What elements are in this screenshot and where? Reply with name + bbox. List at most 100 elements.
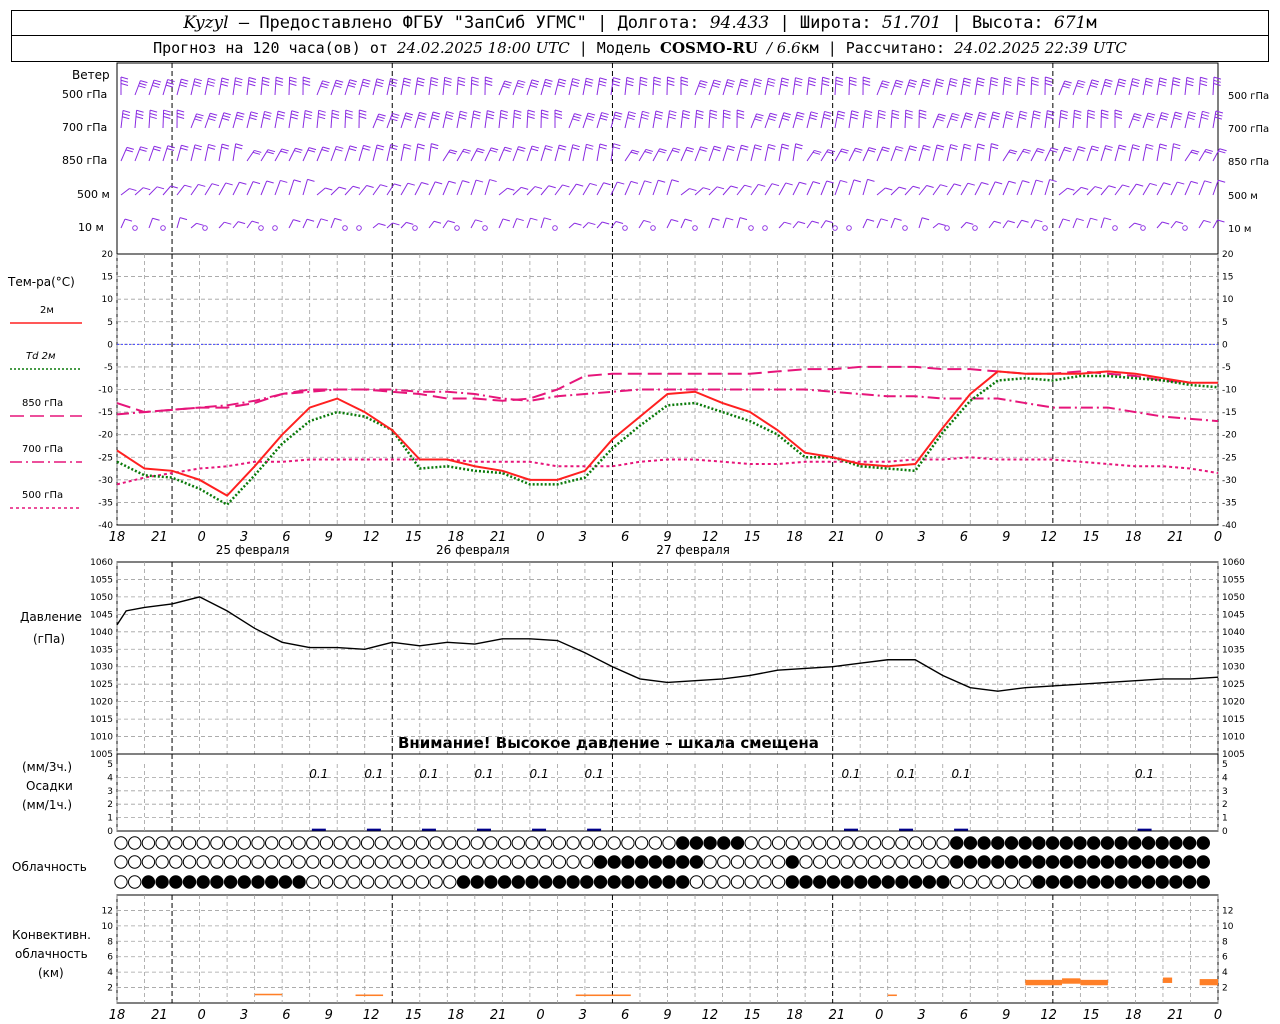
cloud-circle-shape bbox=[607, 875, 621, 889]
cloud-cover-circle bbox=[826, 855, 841, 869]
cloud-circle-shape bbox=[1141, 875, 1156, 889]
cloud-circle-shape bbox=[799, 855, 813, 869]
wind-barb bbox=[792, 77, 803, 96]
cloud-cover-circle bbox=[1087, 875, 1101, 889]
cloud-circle-shape bbox=[114, 875, 128, 889]
cloud-circle-shape bbox=[402, 875, 416, 889]
wind-barb-staff bbox=[638, 220, 645, 229]
wind-barb bbox=[246, 149, 262, 162]
cloud-circle-shape bbox=[1004, 836, 1019, 850]
pressure-tick-left: 1015 bbox=[90, 715, 113, 725]
cloud-circle-shape bbox=[799, 836, 813, 850]
wind-barb-feather bbox=[336, 79, 344, 83]
wind-barb-feather bbox=[153, 79, 162, 83]
cloud-circle-shape bbox=[415, 875, 430, 889]
wind-barb bbox=[1016, 110, 1028, 129]
cloud-cover-circle bbox=[580, 836, 594, 850]
wind-barb bbox=[1100, 145, 1113, 162]
wind-barb-feather bbox=[783, 112, 791, 116]
wind-barb-feather bbox=[167, 145, 175, 149]
wind-barb-feather bbox=[507, 187, 515, 191]
cloud-cover-circle bbox=[771, 855, 786, 869]
wind-barb-staff bbox=[344, 185, 354, 196]
wind-barb-feather bbox=[586, 77, 594, 81]
cloud-circle-shape bbox=[621, 855, 635, 869]
wind-barb-feather bbox=[612, 146, 621, 150]
wind-barb bbox=[218, 77, 230, 96]
wind-barb-feather bbox=[404, 115, 413, 119]
wind-barb-feather bbox=[349, 145, 358, 149]
wind-barb-feather bbox=[281, 148, 289, 152]
cloud-cover-circle bbox=[1004, 836, 1019, 850]
wind-barb-feather bbox=[936, 81, 944, 85]
wind-barb-feather bbox=[1045, 76, 1053, 80]
wind-barb-feather bbox=[1104, 217, 1112, 221]
bottom-hour-tick-label: 9 bbox=[325, 1008, 333, 1023]
cloud-cover-circle bbox=[950, 875, 964, 889]
wind-barb-feather bbox=[808, 80, 816, 84]
temp-hour-tick-label: 18 bbox=[1125, 530, 1142, 545]
wind-barb bbox=[260, 110, 272, 129]
wind-barb-feather bbox=[1218, 150, 1226, 154]
cloud-circle-shape bbox=[196, 875, 210, 889]
wind-barb bbox=[778, 182, 793, 196]
wind-barb-feather bbox=[962, 83, 971, 87]
wind-barb-feather bbox=[709, 112, 718, 116]
day-label: 26 февраля bbox=[436, 543, 510, 557]
wind-barb-feather bbox=[1008, 180, 1016, 184]
wind-barb bbox=[246, 220, 260, 229]
wind-barb-feather bbox=[529, 84, 538, 88]
wind-barb-staff bbox=[778, 221, 785, 229]
conv-cloud-segment bbox=[1162, 977, 1173, 983]
wind-barb-feather bbox=[445, 114, 454, 117]
bottom-hour-tick-label: 18 bbox=[786, 1008, 803, 1023]
wind-barb-feather bbox=[448, 151, 456, 155]
wind-barb-staff bbox=[806, 220, 813, 229]
wind-barb-staff bbox=[1198, 111, 1203, 129]
wind-barb-staff bbox=[1170, 221, 1177, 229]
wind-barb bbox=[624, 111, 636, 129]
wind-barb-feather bbox=[1033, 113, 1041, 117]
wind-barb-feather bbox=[1146, 115, 1155, 119]
wind-barb-feather bbox=[193, 81, 202, 85]
wind-barb-feather bbox=[685, 149, 693, 153]
cloud-cover-circle bbox=[963, 855, 978, 869]
wind-barb-feather bbox=[709, 116, 717, 120]
precip-bar bbox=[477, 828, 491, 831]
wind-barb-feather bbox=[167, 79, 175, 83]
cloud-circle-shape bbox=[744, 836, 758, 850]
temp-hour-tick-label: 0 bbox=[198, 530, 206, 545]
wind-barb-staff bbox=[1016, 220, 1023, 229]
wind-barb-feather bbox=[430, 146, 439, 150]
cloud-cover-circle bbox=[265, 855, 279, 869]
cloud-circle-shape bbox=[470, 855, 484, 869]
wind-barb-feather bbox=[448, 180, 456, 184]
wind-barb bbox=[764, 112, 778, 129]
wind-barb-feather bbox=[361, 84, 369, 88]
conv-tick-right: 2 bbox=[1222, 984, 1228, 994]
wind-barb bbox=[302, 218, 315, 229]
wind-barb bbox=[862, 147, 877, 162]
wind-barb-feather bbox=[1159, 77, 1167, 81]
cloud-circle-shape bbox=[867, 836, 882, 850]
calm-wind-circle bbox=[692, 225, 698, 231]
wind-barb-feather bbox=[306, 218, 315, 222]
wind-barb-feather bbox=[1146, 143, 1154, 147]
wind-barb-staff bbox=[1212, 110, 1217, 129]
wind-barb-feather bbox=[767, 146, 776, 150]
wind-barb-feather bbox=[179, 84, 187, 88]
wind-barb-staff bbox=[582, 183, 591, 196]
wind-barb-feather bbox=[841, 148, 849, 152]
wind-barb bbox=[1100, 217, 1112, 229]
wind-barb-feather bbox=[784, 221, 792, 225]
wind-barb-feather bbox=[653, 79, 661, 83]
wind-barb-feather bbox=[390, 144, 398, 148]
wind-barb-feather bbox=[403, 77, 412, 81]
wind-barb-staff bbox=[778, 77, 783, 96]
cloud-circle-shape bbox=[881, 836, 895, 850]
wind-barb-feather bbox=[136, 109, 144, 113]
wind-barb-feather bbox=[554, 112, 563, 116]
wind-barb-staff bbox=[498, 218, 504, 229]
wind-barb bbox=[428, 143, 439, 162]
wind-barb-feather bbox=[149, 109, 158, 113]
